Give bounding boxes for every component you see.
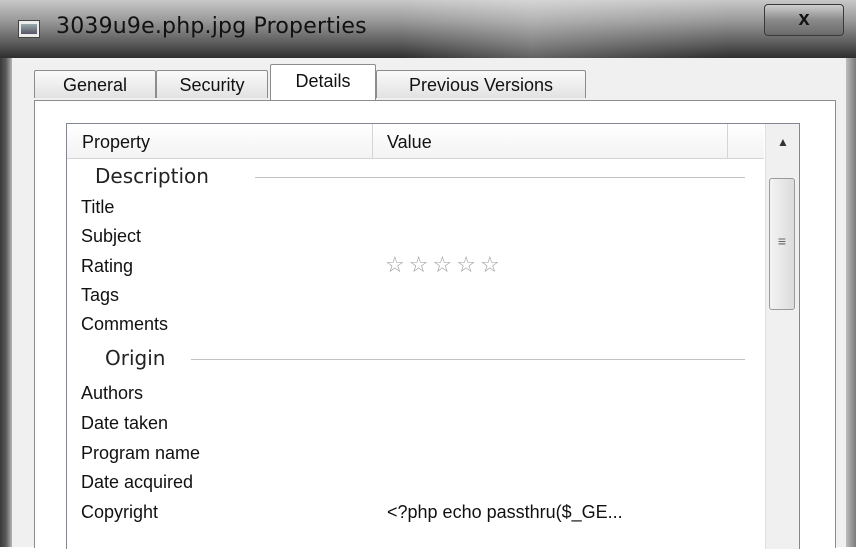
property-authors[interactable]: Authors xyxy=(81,379,143,407)
value-copyright[interactable]: <?php echo passthru($_GE... xyxy=(387,498,623,526)
window-title: 3039u9e.php.jpg Properties xyxy=(56,14,367,39)
properties-dialog: General Security Details Previous Versio… xyxy=(12,58,846,549)
window-frame-right xyxy=(846,58,856,547)
property-comments[interactable]: Comments xyxy=(81,310,168,338)
property-tags[interactable]: Tags xyxy=(81,281,119,309)
window-icon xyxy=(18,20,40,38)
column-divider[interactable] xyxy=(727,124,728,158)
column-header-value[interactable]: Value xyxy=(387,132,432,153)
details-panel: Property Value Description Title Subject… xyxy=(34,100,836,549)
property-title[interactable]: Title xyxy=(81,193,114,221)
property-date-acquired[interactable]: Date acquired xyxy=(81,468,193,496)
group-divider xyxy=(191,359,745,360)
group-header-description: Description xyxy=(95,164,209,188)
rating-star-icon[interactable]: ☆ xyxy=(480,252,500,280)
group-header-origin: Origin xyxy=(105,346,166,370)
tab-security[interactable]: Security xyxy=(156,70,268,98)
property-rating[interactable]: Rating xyxy=(81,252,133,280)
rating-star-icon[interactable]: ☆ xyxy=(432,252,452,280)
property-subject[interactable]: Subject xyxy=(81,222,141,250)
vertical-scrollbar[interactable]: ▲ ≡ xyxy=(765,124,799,549)
column-divider[interactable] xyxy=(372,124,373,158)
tab-previous-versions[interactable]: Previous Versions xyxy=(376,70,586,98)
tab-details[interactable]: Details xyxy=(270,64,376,100)
property-program-name[interactable]: Program name xyxy=(81,439,200,467)
rating-star-icon[interactable]: ☆ xyxy=(409,252,429,280)
property-date-taken[interactable]: Date taken xyxy=(81,409,168,437)
close-button[interactable]: x xyxy=(764,4,844,36)
scroll-grip-icon: ≡ xyxy=(777,233,787,249)
window-frame-left xyxy=(0,58,12,547)
group-divider xyxy=(255,177,745,178)
column-header-property[interactable]: Property xyxy=(82,132,150,153)
tab-general[interactable]: General xyxy=(34,70,156,98)
rating-star-icon[interactable]: ☆ xyxy=(456,252,476,280)
rating-star-icon[interactable]: ☆ xyxy=(385,252,405,280)
rating-stars[interactable]: ☆ ☆ ☆ ☆ ☆ xyxy=(385,252,504,280)
scroll-up-arrow-icon[interactable]: ▲ xyxy=(768,125,798,159)
list-column-header: Property Value xyxy=(67,124,764,159)
title-bar-glass xyxy=(400,0,730,58)
title-bar: 3039u9e.php.jpg Properties x xyxy=(0,0,856,58)
property-copyright[interactable]: Copyright xyxy=(81,498,158,526)
property-list[interactable]: Property Value Description Title Subject… xyxy=(66,123,800,549)
